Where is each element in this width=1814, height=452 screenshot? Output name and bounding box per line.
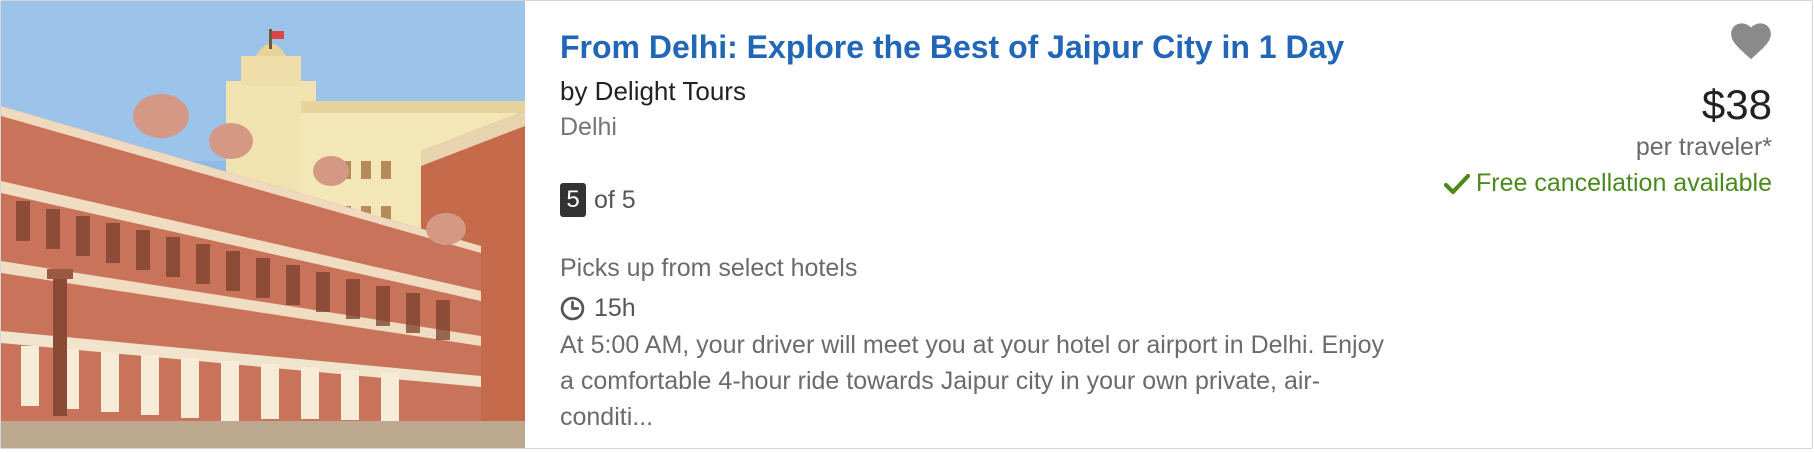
price-unit: per traveler* bbox=[1635, 133, 1772, 161]
jaipur-palace-image bbox=[1, 1, 525, 448]
price: $38 bbox=[1701, 81, 1772, 128]
tour-photo[interactable] bbox=[1, 1, 525, 448]
listing-description: At 5:00 AM, your driver will meet you at… bbox=[560, 331, 1384, 431]
heart-icon[interactable] bbox=[1730, 23, 1772, 61]
checkmark-icon bbox=[1443, 173, 1470, 194]
listing-title-link[interactable]: From Delhi: Explore the Best of Jaipur C… bbox=[560, 21, 1400, 73]
tour-listing-card[interactable]: From Delhi: Explore the Best of Jaipur C… bbox=[0, 0, 1813, 449]
rating-badge: 5 bbox=[560, 183, 586, 217]
clock-icon bbox=[560, 296, 585, 320]
free-cancellation-note: Free cancellation available bbox=[1443, 169, 1772, 198]
supplier-name: by Delight Tours bbox=[560, 76, 746, 106]
pickup-info: Picks up from select hotels bbox=[560, 254, 858, 282]
duration: 15h bbox=[560, 291, 1400, 325]
location-label: Delhi bbox=[560, 113, 617, 141]
rating: 5 of 5 bbox=[560, 183, 1400, 217]
duration-value: 15h bbox=[594, 294, 636, 322]
rating-suffix: of 5 bbox=[594, 185, 636, 214]
free-cancellation-label: Free cancellation available bbox=[1475, 169, 1772, 197]
listing-details: From Delhi: Explore the Best of Jaipur C… bbox=[560, 21, 1400, 435]
